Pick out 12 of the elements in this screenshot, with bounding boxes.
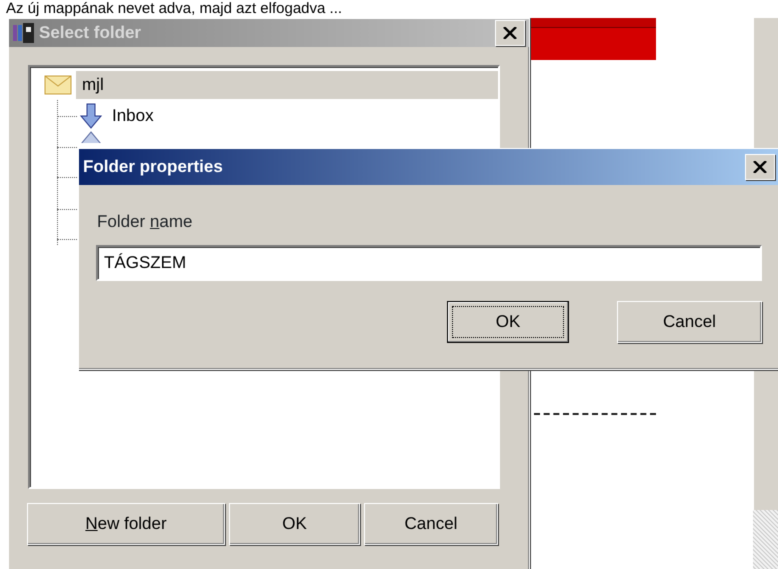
tree-item[interactable]: mjl [76, 70, 498, 98]
dialog-button[interactable]: New folder [27, 503, 225, 545]
window-title: Folder properties [83, 156, 223, 178]
folder-name-field[interactable]: TÁGSZEM [96, 245, 762, 281]
dialog-button[interactable]: OK [447, 301, 569, 343]
field-label: Folder name [97, 211, 192, 233]
window-title: Select folder [39, 22, 142, 44]
dialog-button[interactable]: Cancel [364, 503, 498, 545]
caption-text: Az új mappának nevet adva, majd azt elfogadva ... [6, 0, 342, 17]
dialog-button[interactable]: Cancel [617, 301, 762, 343]
tree-item[interactable]: Inbox [106, 102, 160, 130]
dialog-button[interactable]: OK [229, 503, 360, 545]
